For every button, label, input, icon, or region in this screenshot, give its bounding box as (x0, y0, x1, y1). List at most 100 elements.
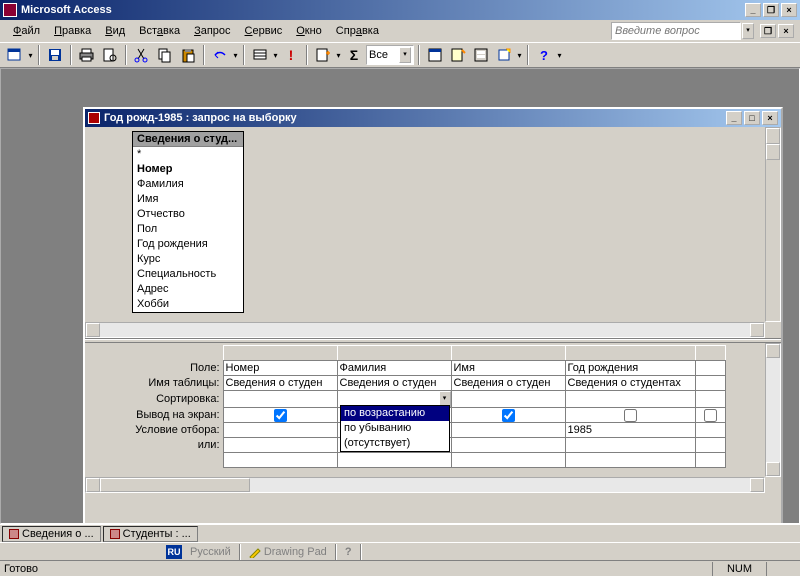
col-selector[interactable] (451, 346, 565, 361)
show-table-button[interactable] (312, 44, 334, 66)
language-name[interactable]: Русский (186, 546, 235, 558)
col-selector[interactable] (695, 346, 725, 361)
save-button[interactable] (44, 44, 66, 66)
lower-vscroll[interactable] (765, 343, 781, 477)
view-dropdown[interactable]: ▾ (27, 51, 34, 60)
col-selector[interactable] (565, 346, 695, 361)
properties-button[interactable] (424, 44, 446, 66)
criteria-cell[interactable] (223, 423, 337, 438)
sort-cell[interactable] (695, 391, 725, 408)
table-cell[interactable]: Сведения о студентах (565, 376, 695, 391)
undo-button[interactable] (209, 44, 231, 66)
question-dropdown[interactable]: ▾ (742, 23, 754, 39)
restore-button[interactable]: ❐ (763, 3, 779, 17)
col-selector[interactable] (223, 346, 337, 361)
or-cell[interactable] (565, 438, 695, 453)
field-list-title[interactable]: Сведения о студ... (133, 132, 243, 147)
print-preview-button[interactable] (99, 44, 121, 66)
cut-button[interactable] (131, 44, 153, 66)
blank-cell[interactable] (565, 453, 695, 468)
window-tab[interactable]: Сведения о ... (2, 526, 101, 542)
sort-option-none[interactable]: (отсутствует) (341, 436, 449, 451)
child-close-button[interactable]: × (778, 24, 794, 38)
sort-cell[interactable] (223, 391, 337, 408)
blank-cell[interactable] (223, 453, 337, 468)
field-item[interactable]: Пол (133, 222, 243, 237)
field-cell[interactable]: Имя (451, 361, 565, 376)
child-min-button[interactable]: _ (726, 111, 742, 125)
field-cell[interactable]: Номер (223, 361, 337, 376)
col-selector[interactable] (337, 346, 451, 361)
field-item[interactable]: Отчество (133, 207, 243, 222)
field-item[interactable]: Год рождения (133, 237, 243, 252)
minimize-button[interactable]: _ (745, 3, 761, 17)
show-cell[interactable] (695, 408, 725, 423)
drawing-pad[interactable]: Drawing Pad (245, 546, 331, 558)
sort-cell[interactable] (451, 391, 565, 408)
child-restore-button[interactable]: ❐ (760, 24, 776, 38)
table-cell[interactable] (695, 376, 725, 391)
field-item[interactable]: Специальность (133, 267, 243, 282)
sort-dropdown-list[interactable]: по возрастанию по убыванию (отсутствует) (340, 405, 450, 452)
query-type-button[interactable] (249, 44, 271, 66)
field-list-items[interactable]: * Номер Фамилия Имя Отчество Пол Год рож… (133, 147, 243, 312)
menu-view[interactable]: Вид (98, 23, 132, 39)
upper-hscroll[interactable] (85, 322, 765, 338)
blank-cell[interactable] (337, 453, 451, 468)
criteria-cell[interactable] (451, 423, 565, 438)
database-window-button[interactable] (470, 44, 492, 66)
show-cell[interactable] (223, 408, 337, 423)
show-cell[interactable] (451, 408, 565, 423)
menu-window[interactable]: Окно (289, 23, 329, 39)
run-button[interactable]: ! (280, 44, 302, 66)
child-max-button[interactable]: □ (744, 111, 760, 125)
show-checkbox[interactable] (624, 409, 637, 422)
menu-edit[interactable]: Правка (47, 23, 98, 39)
combo-drop-icon[interactable]: ▾ (399, 47, 411, 63)
field-cell[interactable] (695, 361, 725, 376)
criteria-cell[interactable] (695, 423, 725, 438)
undo-dropdown[interactable]: ▾ (232, 51, 239, 60)
totals-button[interactable]: Σ (343, 44, 365, 66)
build-button[interactable] (447, 44, 469, 66)
top-values-combo[interactable]: ▾ (366, 45, 414, 65)
or-cell[interactable] (223, 438, 337, 453)
show-cell[interactable] (565, 408, 695, 423)
show-table-dropdown[interactable]: ▾ (335, 51, 342, 60)
table-pane-inner[interactable]: Сведения о студ... * Номер Фамилия Имя О… (87, 129, 765, 322)
child-x-button[interactable]: × (762, 111, 778, 125)
paste-button[interactable] (177, 44, 199, 66)
help-dropdown[interactable]: ▾ (556, 51, 563, 60)
sort-option-desc[interactable]: по убыванию (341, 421, 449, 436)
close-button[interactable]: × (781, 3, 797, 17)
new-object-button[interactable] (493, 44, 515, 66)
help-button[interactable]: ? (533, 44, 555, 66)
menu-query[interactable]: Запрос (187, 23, 237, 39)
menu-file[interactable]: Файл (6, 23, 47, 39)
blank-cell[interactable] (695, 453, 725, 468)
menu-help[interactable]: Справка (329, 23, 386, 39)
table-cell[interactable]: Сведения о студен (451, 376, 565, 391)
show-checkbox[interactable] (502, 409, 515, 422)
table-cell[interactable]: Сведения о студен (223, 376, 337, 391)
help-small[interactable]: ? (341, 546, 356, 558)
field-item[interactable]: Курс (133, 252, 243, 267)
table-cell[interactable]: Сведения о студен (337, 376, 451, 391)
menu-insert[interactable]: Вставка (132, 23, 187, 39)
field-item[interactable]: Имя (133, 192, 243, 207)
new-object-dropdown[interactable]: ▾ (516, 51, 523, 60)
menu-service[interactable]: Сервис (238, 23, 290, 39)
field-asterisk[interactable]: * (133, 147, 243, 162)
view-button[interactable] (4, 44, 26, 66)
query-type-dropdown[interactable]: ▾ (272, 51, 279, 60)
print-button[interactable] (76, 44, 98, 66)
field-item[interactable]: Номер (133, 162, 243, 177)
field-cell[interactable]: Год рождения (565, 361, 695, 376)
criteria-cell[interactable]: 1985 (565, 423, 695, 438)
upper-vscroll[interactable] (765, 127, 781, 322)
question-input[interactable] (611, 22, 741, 40)
field-cell[interactable]: Фамилия (337, 361, 451, 376)
field-item[interactable]: Фамилия (133, 177, 243, 192)
window-tab[interactable]: Студенты : ... (103, 526, 198, 542)
or-cell[interactable] (695, 438, 725, 453)
